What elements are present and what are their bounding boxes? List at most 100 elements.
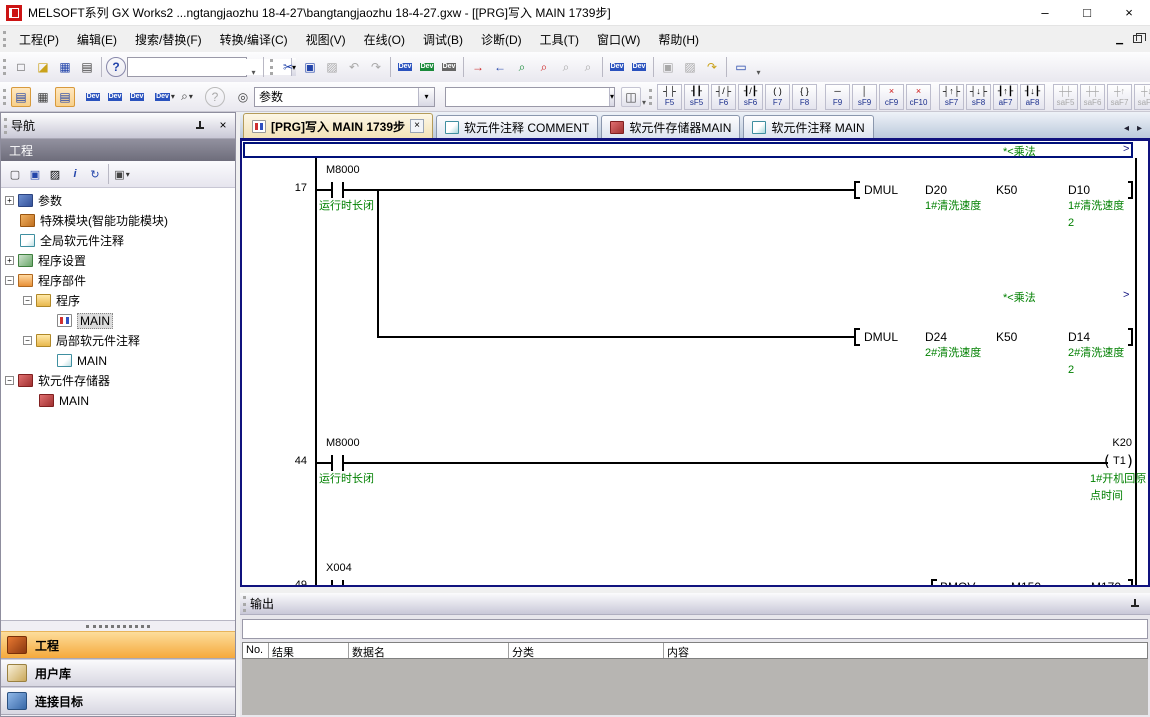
tab-prg-main[interactable]: [PRG]写入 MAIN 1739步 ×: [243, 113, 433, 138]
comment-display-icon[interactable]: ▤: [55, 87, 75, 107]
device-on-icon[interactable]: Dev: [607, 57, 627, 77]
copy-data-icon[interactable]: ▣: [26, 165, 44, 183]
menu-diagnostics[interactable]: 诊断(D): [472, 27, 531, 52]
expand-icon[interactable]: −: [5, 276, 14, 285]
toolbar-overflow-icon[interactable]: ▾: [752, 55, 765, 79]
device-comment-search-icon[interactable]: Dev: [395, 57, 415, 77]
column-result[interactable]: 结果: [269, 643, 349, 658]
menu-view[interactable]: 视图(V): [297, 27, 355, 52]
ladder-vline-button[interactable]: │sF9: [852, 84, 877, 110]
column-content[interactable]: 内容: [664, 643, 1147, 658]
expand-icon[interactable]: −: [5, 376, 14, 385]
expand-icon[interactable]: −: [23, 336, 32, 345]
instruction-operand[interactable]: D20: [925, 183, 947, 197]
combo-dropdown-icon[interactable]: ▾: [418, 88, 434, 106]
tree-item-pou[interactable]: −程序部件: [5, 271, 86, 290]
workspace-splitter[interactable]: [1, 621, 235, 631]
menu-window[interactable]: 窗口(W): [588, 27, 649, 52]
tree-item-program[interactable]: −程序: [23, 291, 80, 310]
menu-debug[interactable]: 调试(B): [414, 27, 472, 52]
find-value-input[interactable]: [446, 89, 609, 105]
instruction-operand[interactable]: M150: [1011, 580, 1041, 585]
find-target-input[interactable]: [255, 89, 418, 105]
ladder-editor[interactable]: *<乘法 > 17 M8000 运行时长闭 DMUL D20 K50 D10 1…: [240, 138, 1150, 587]
ladder-parallel-contact-button[interactable]: ┨┠sF5: [684, 84, 709, 110]
instruction-operand[interactable]: D14: [1068, 330, 1090, 344]
contact-device[interactable]: M8000: [326, 164, 360, 176]
skip-execution-icon[interactable]: ▨: [680, 57, 700, 77]
tree-item-main-memory[interactable]: MAIN: [39, 391, 89, 410]
tree-item-program-setting[interactable]: +程序设置: [5, 251, 86, 270]
workspace-connection-button[interactable]: 连接目标: [1, 687, 235, 715]
jump-icon[interactable]: ↷: [702, 57, 722, 77]
watch-stop-icon[interactable]: ⌕: [578, 57, 598, 77]
ladder-pulse-rising-button[interactable]: ┤↑├sF7: [939, 84, 964, 110]
menu-find-replace[interactable]: 搜索/替换(F): [126, 27, 211, 52]
pin-icon[interactable]: [1128, 597, 1142, 611]
ladder-pulse-falling-parallel-button[interactable]: ┨↓┠aF8: [1020, 84, 1045, 110]
paste-icon[interactable]: ▨: [322, 57, 342, 77]
sort-icon[interactable]: ▣▾: [113, 165, 131, 183]
new-window-icon[interactable]: ◫: [621, 87, 641, 107]
ladder-delete-hline-button[interactable]: ×cF9: [879, 84, 904, 110]
device-display-icon[interactable]: Dev▾: [155, 87, 175, 107]
find-value-combo[interactable]: ▾: [445, 87, 615, 107]
column-data-name[interactable]: 数据名: [349, 643, 509, 658]
tree-item-main-comment[interactable]: MAIN: [57, 351, 107, 370]
cut-icon[interactable]: ✂: [278, 57, 298, 77]
tab-comment[interactable]: 软元件注释 COMMENT: [436, 115, 598, 138]
tab-comment-main[interactable]: 软元件注释 MAIN: [743, 115, 873, 138]
new-data-icon[interactable]: ▢: [6, 165, 24, 183]
device-find-icon[interactable]: Dev: [83, 87, 103, 107]
toolbar-overflow-icon[interactable]: ▾: [642, 85, 646, 109]
open-contact-symbol[interactable]: [331, 182, 344, 198]
undo-icon[interactable]: ↶: [344, 57, 364, 77]
ladder-delete-vline-button[interactable]: ×cF10: [906, 84, 931, 110]
tab-close-icon[interactable]: ×: [410, 119, 424, 133]
data-info-icon[interactable]: i: [66, 165, 84, 183]
tab-scroll-left-icon[interactable]: ◂: [1124, 123, 1129, 134]
tree-item-parameter[interactable]: +参数: [5, 191, 62, 210]
tree-item-global-comment[interactable]: 全局软元件注释: [20, 231, 124, 250]
mdi-restore-button[interactable]: [1133, 35, 1142, 43]
monitor-start-icon[interactable]: ⌕: [512, 57, 532, 77]
ladder-op-result-falling-button[interactable]: ┼┼saF6: [1080, 84, 1105, 110]
column-category[interactable]: 分类: [509, 643, 664, 658]
open-project-icon[interactable]: ◪: [33, 57, 53, 77]
ladder-pulse-rising-parallel-button[interactable]: ┨↑┠aF7: [993, 84, 1018, 110]
expand-icon[interactable]: +: [5, 196, 14, 205]
output-table-body[interactable]: [242, 659, 1148, 715]
expand-icon[interactable]: −: [23, 296, 32, 305]
device-batch-monitor-icon[interactable]: Dev: [127, 87, 147, 107]
tree-item-special-module[interactable]: 特殊模块(智能功能模块): [20, 211, 168, 230]
device-search-icon[interactable]: ⌕▾: [177, 87, 197, 107]
menu-convert-compile[interactable]: 转换/编译(C): [211, 27, 297, 52]
mdi-minimize-button[interactable]: ▁: [1116, 34, 1123, 45]
ladder-pulse-falling-button[interactable]: ┤↓├sF8: [966, 84, 991, 110]
close-button[interactable]: ×: [1108, 0, 1150, 25]
ladder-hline-button[interactable]: ─F9: [825, 84, 850, 110]
ladder-open-contact-button[interactable]: ┤├F5: [657, 84, 682, 110]
help-icon[interactable]: ?: [106, 57, 126, 77]
tab-device-memory-main[interactable]: 软元件存储器MAIN: [601, 115, 740, 138]
device-off-icon[interactable]: Dev: [629, 57, 649, 77]
pc-monitor-icon[interactable]: ▭: [731, 57, 751, 77]
toolbar-overflow-icon[interactable]: ▾: [247, 55, 260, 79]
coil-device[interactable]: T1: [1113, 455, 1126, 467]
redo-icon[interactable]: ↷: [366, 57, 386, 77]
find-binoculars-icon[interactable]: ◎: [233, 87, 253, 107]
ladder-closed-contact-button[interactable]: ┤/├F6: [711, 84, 736, 110]
instruction-operand[interactable]: D24: [925, 330, 947, 344]
instruction-op[interactable]: BMOV: [940, 580, 975, 585]
menu-help[interactable]: 帮助(H): [649, 27, 708, 52]
save-icon[interactable]: ▦: [55, 57, 75, 77]
quick-access-input[interactable]: [128, 59, 291, 75]
open-contact-symbol[interactable]: [331, 455, 344, 471]
copy-icon[interactable]: ▣: [300, 57, 320, 77]
menu-online[interactable]: 在线(O): [355, 27, 414, 52]
help2-icon[interactable]: ?: [205, 87, 225, 107]
pin-icon[interactable]: [193, 119, 207, 133]
ladder-op-result-rising-button[interactable]: ┼┼saF5: [1053, 84, 1078, 110]
expand-icon[interactable]: +: [5, 256, 14, 265]
tree-item-device-memory[interactable]: −软元件存储器: [5, 371, 110, 390]
